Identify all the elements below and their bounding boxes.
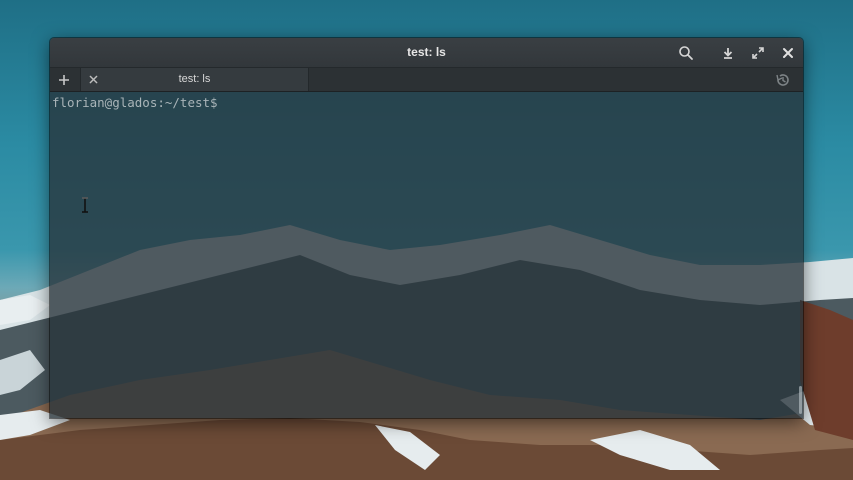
maximize-icon — [752, 47, 764, 59]
maximize-button[interactable] — [748, 43, 768, 63]
tab-close-button[interactable] — [85, 71, 101, 87]
terminal-window: test: ls test: ls florian@glados:~/test$ — [50, 38, 803, 418]
search-button[interactable] — [676, 43, 696, 63]
close-icon — [783, 48, 793, 58]
download-icon — [723, 48, 733, 59]
terminal-output[interactable]: florian@glados:~/test$ — [50, 92, 803, 418]
tab-test-ls[interactable]: test: ls — [80, 68, 309, 91]
search-icon — [679, 46, 693, 60]
close-button[interactable] — [778, 43, 798, 63]
history-icon — [776, 74, 789, 86]
scrollbar[interactable] — [799, 386, 802, 414]
text-cursor-icon — [82, 197, 88, 213]
history-button[interactable] — [773, 70, 793, 90]
plus-icon — [59, 75, 69, 85]
titlebar[interactable]: test: ls — [50, 38, 803, 68]
tab-bar: test: ls — [50, 68, 803, 92]
new-tab-button[interactable] — [54, 70, 74, 90]
close-icon — [89, 75, 97, 83]
download-button[interactable] — [718, 43, 738, 63]
shell-prompt: florian@glados:~/test$ — [52, 95, 218, 110]
tab-label: test: ls — [178, 73, 211, 85]
desktop: test: ls test: ls florian@glados:~/test$ — [0, 0, 853, 480]
